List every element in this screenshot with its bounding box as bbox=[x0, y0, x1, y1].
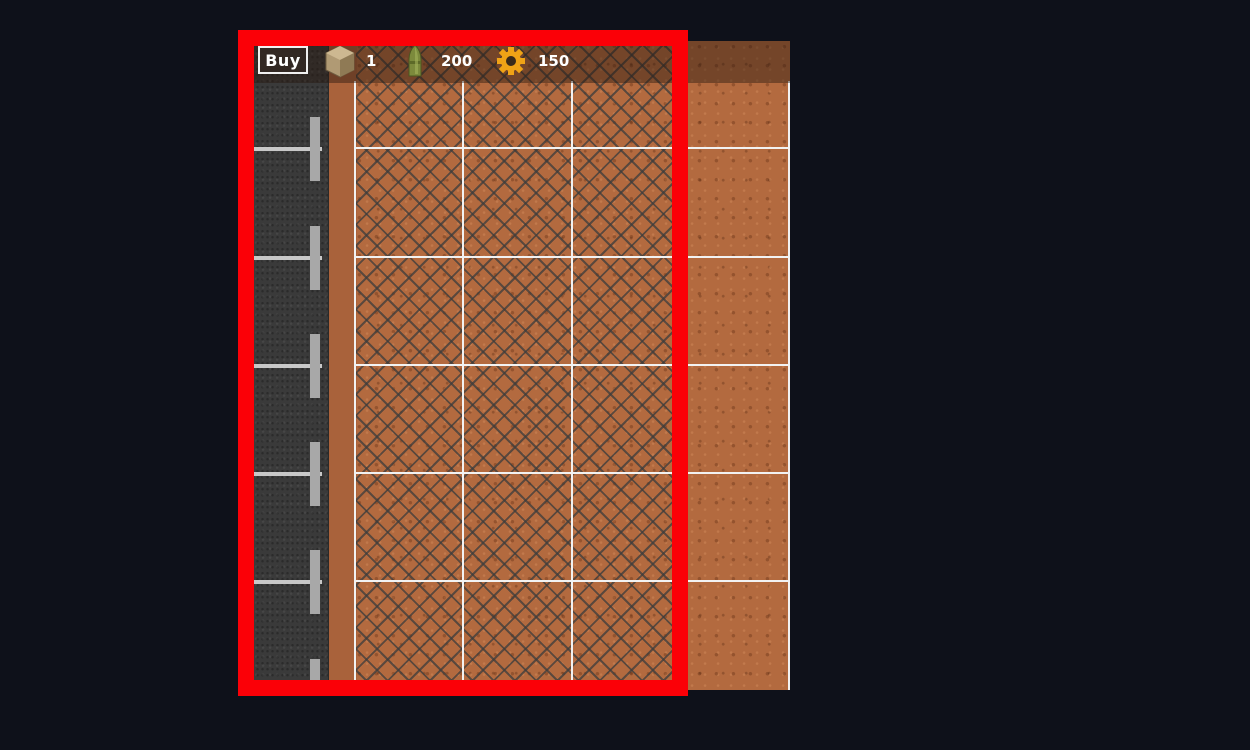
selection-frame bbox=[238, 30, 688, 696]
grid-line bbox=[788, 81, 790, 690]
game-board: Buy 1 200 150 bbox=[238, 30, 790, 696]
